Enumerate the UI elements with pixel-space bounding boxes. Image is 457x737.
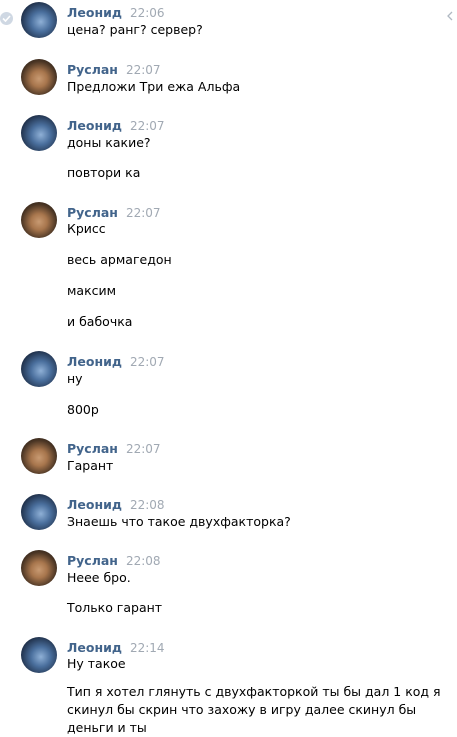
message-text: Ну такое bbox=[67, 656, 126, 671]
message-time: 22:07 bbox=[125, 63, 161, 77]
message-text: Тип я хотел глянуть с двухфакторкой ты б… bbox=[67, 684, 441, 735]
message-text: ну bbox=[67, 371, 83, 386]
chevron-up-icon[interactable] bbox=[445, 6, 455, 25]
message-time: 22:08 bbox=[125, 554, 161, 568]
message-author[interactable]: Руслан 22:07 bbox=[67, 441, 161, 456]
avatar[interactable] bbox=[21, 438, 57, 474]
message-time: 22:07 bbox=[129, 119, 165, 133]
message-author[interactable]: Леонид 22:06 bbox=[67, 5, 165, 20]
message-text: Неее бро. bbox=[67, 570, 131, 585]
avatar[interactable] bbox=[21, 351, 57, 387]
message-text: и бабочка bbox=[67, 314, 133, 329]
message-time: 22:06 bbox=[129, 6, 165, 20]
message-time: 22:07 bbox=[125, 442, 161, 456]
avatar[interactable] bbox=[21, 115, 57, 151]
message-text: цена? ранг? сервер? bbox=[67, 22, 203, 37]
selected-check-icon[interactable] bbox=[0, 12, 13, 25]
message-time: 22:08 bbox=[129, 498, 165, 512]
message-author[interactable]: Руслан 22:07 bbox=[67, 205, 161, 220]
message-text: Знаешь что такое двухфакторка? bbox=[67, 514, 291, 529]
avatar[interactable] bbox=[21, 202, 57, 238]
message-time: 22:07 bbox=[129, 355, 165, 369]
message-text: Только гарант bbox=[67, 600, 163, 615]
message-time: 22:14 bbox=[129, 641, 165, 655]
message-author[interactable]: Леонид 22:07 bbox=[67, 118, 165, 133]
avatar[interactable] bbox=[21, 550, 57, 586]
message-text: Гарант bbox=[67, 458, 114, 473]
avatar[interactable] bbox=[21, 2, 57, 38]
message-time: 22:07 bbox=[125, 206, 161, 220]
avatar[interactable] bbox=[21, 59, 57, 95]
avatar[interactable] bbox=[21, 637, 57, 673]
message-text: Предложи Три ежа Альфа bbox=[67, 79, 241, 94]
message-author[interactable]: Руслан 22:08 bbox=[67, 553, 161, 568]
avatar[interactable] bbox=[21, 494, 57, 530]
message-text: доны какие? bbox=[67, 135, 151, 150]
message-author[interactable]: Леонид 22:07 bbox=[67, 354, 165, 369]
message-text: 800р bbox=[67, 402, 99, 417]
message-text: Крисс bbox=[67, 221, 106, 236]
message-text: весь армагедон bbox=[67, 252, 172, 267]
message-text: максим bbox=[67, 283, 117, 298]
message-author[interactable]: Леонид 22:14 bbox=[67, 640, 165, 655]
message-author[interactable]: Руслан 22:07 bbox=[67, 62, 161, 77]
message-author[interactable]: Леонид 22:08 bbox=[67, 497, 165, 512]
message-text: повтори ка bbox=[67, 165, 141, 180]
